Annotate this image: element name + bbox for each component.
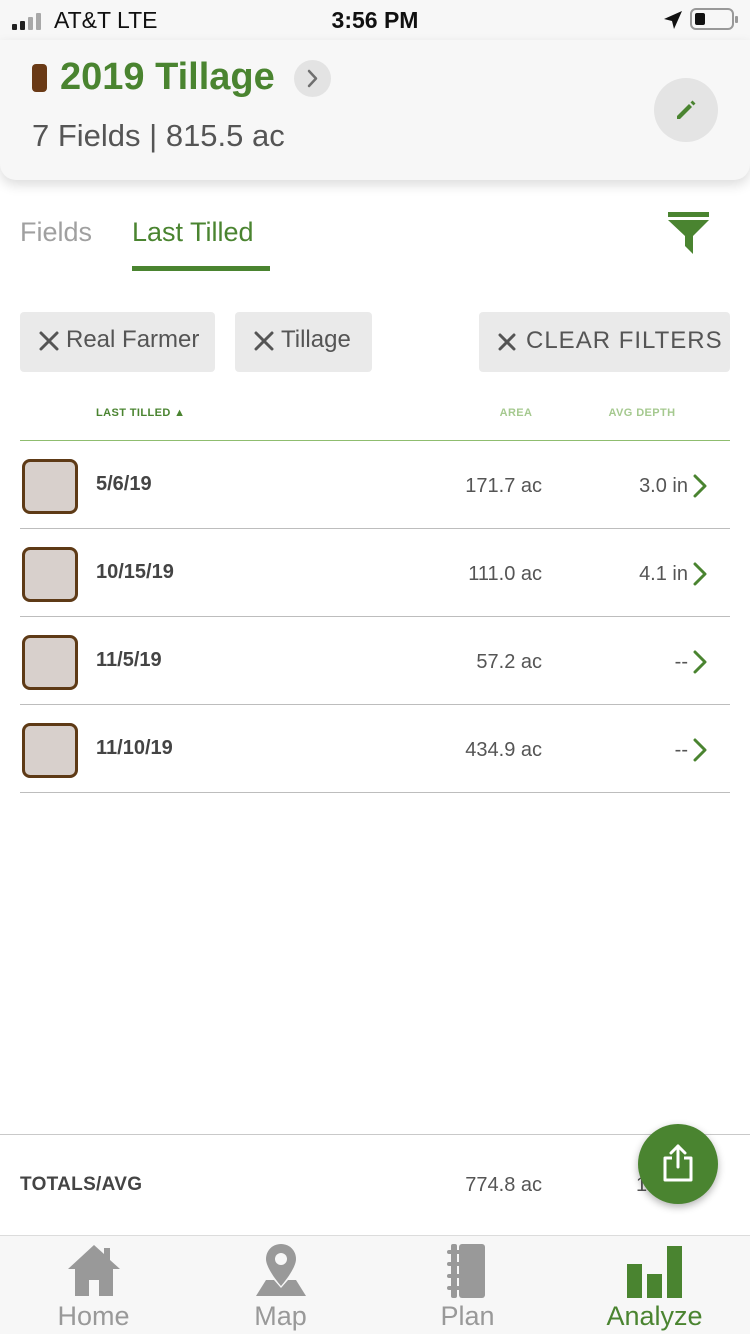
plan-title[interactable]: 2019 Tillage [60,56,275,99]
chevron-right-icon [693,474,707,498]
filter-chip-real-farmer[interactable]: Real Farmer [20,312,215,372]
table-row[interactable]: 11/5/19 57.2 ac -- [0,617,750,705]
row-date: 11/10/19 [96,737,173,759]
clear-filters-button[interactable]: CLEAR FILTERS [479,312,730,372]
nav-plan[interactable]: Plan [374,1236,561,1334]
plan-summary: 7 Fields | 815.5 ac [32,118,285,153]
status-time: 3:56 PM [331,7,419,33]
location-arrow-icon [664,11,682,29]
row-date: 5/6/19 [96,473,152,495]
nav-map[interactable]: Map [187,1236,374,1334]
nav-home[interactable]: Home [0,1236,187,1334]
field-thumbnail [22,635,78,690]
share-icon [663,1144,693,1182]
close-icon[interactable] [253,330,275,352]
totals-divider [0,1134,750,1135]
active-tab-indicator [132,266,270,271]
chevron-right-icon [307,69,318,88]
row-depth: 4.1 in [639,563,688,585]
tab-fields[interactable]: Fields [20,217,92,248]
close-icon[interactable] [38,330,60,352]
row-area: 434.9 ac [465,739,542,761]
tab-last-tilled[interactable]: Last Tilled [132,217,254,248]
pencil-icon [677,100,696,119]
nav-home-label: Home [57,1301,130,1331]
table-row[interactable]: 5/6/19 171.7 ac 3.0 in [0,441,750,529]
row-area: 57.2 ac [476,651,542,673]
filter-icon[interactable] [666,210,712,258]
plan-details-button[interactable] [294,60,331,97]
map-pin-icon [255,1244,306,1296]
notebook-icon [446,1244,485,1298]
row-date: 10/15/19 [96,561,174,583]
filter-chip-label: Tillage [281,326,351,353]
nav-plan-label: Plan [440,1301,495,1331]
row-divider [20,792,730,793]
column-header-last-tilled[interactable]: LAST TILLED ▲ [96,407,185,419]
nav-analyze-label: Analyze [606,1301,703,1331]
plan-color-swatch [32,64,47,92]
row-area: 111.0 ac [468,563,542,585]
plan-header: 2019 Tillage 7 Fields | 815.5 ac [0,40,750,180]
status-bar: AT&T LTE 3:56 PM [0,0,750,40]
table-row[interactable]: 11/10/19 434.9 ac -- [0,705,750,793]
table-row[interactable]: 10/15/19 111.0 ac 4.1 in [0,529,750,617]
close-icon [498,333,516,351]
row-depth: -- [674,739,688,761]
chevron-right-icon [693,738,707,762]
bar-chart-icon [626,1246,682,1298]
column-header-area[interactable]: AREA [480,407,552,419]
totals-label: TOTALS/AVG [20,1174,143,1195]
nav-map-label: Map [254,1301,307,1331]
chevron-right-icon [693,562,707,586]
field-thumbnail [22,723,78,778]
chevron-right-icon [693,650,707,674]
home-icon [67,1245,120,1296]
edit-button[interactable] [654,78,718,142]
row-date: 11/5/19 [96,649,162,671]
filter-chip-tillage[interactable]: Tillage [235,312,372,372]
clear-filters-label: CLEAR FILTERS [526,327,723,354]
filter-chip-label: Real Farmer [66,326,200,353]
field-thumbnail [22,547,78,602]
field-thumbnail [22,459,78,514]
bottom-nav: Home Map Plan Analyze [0,1235,750,1334]
column-header-avg-depth[interactable]: AVG DEPTH [600,407,684,419]
battery-icon [690,8,738,30]
totals-area: 774.8 ac [465,1174,542,1196]
share-button[interactable] [638,1124,718,1204]
row-area: 171.7 ac [465,475,542,497]
row-depth: 3.0 in [639,475,688,497]
nav-analyze[interactable]: Analyze [561,1236,748,1334]
row-depth: -- [674,651,688,673]
